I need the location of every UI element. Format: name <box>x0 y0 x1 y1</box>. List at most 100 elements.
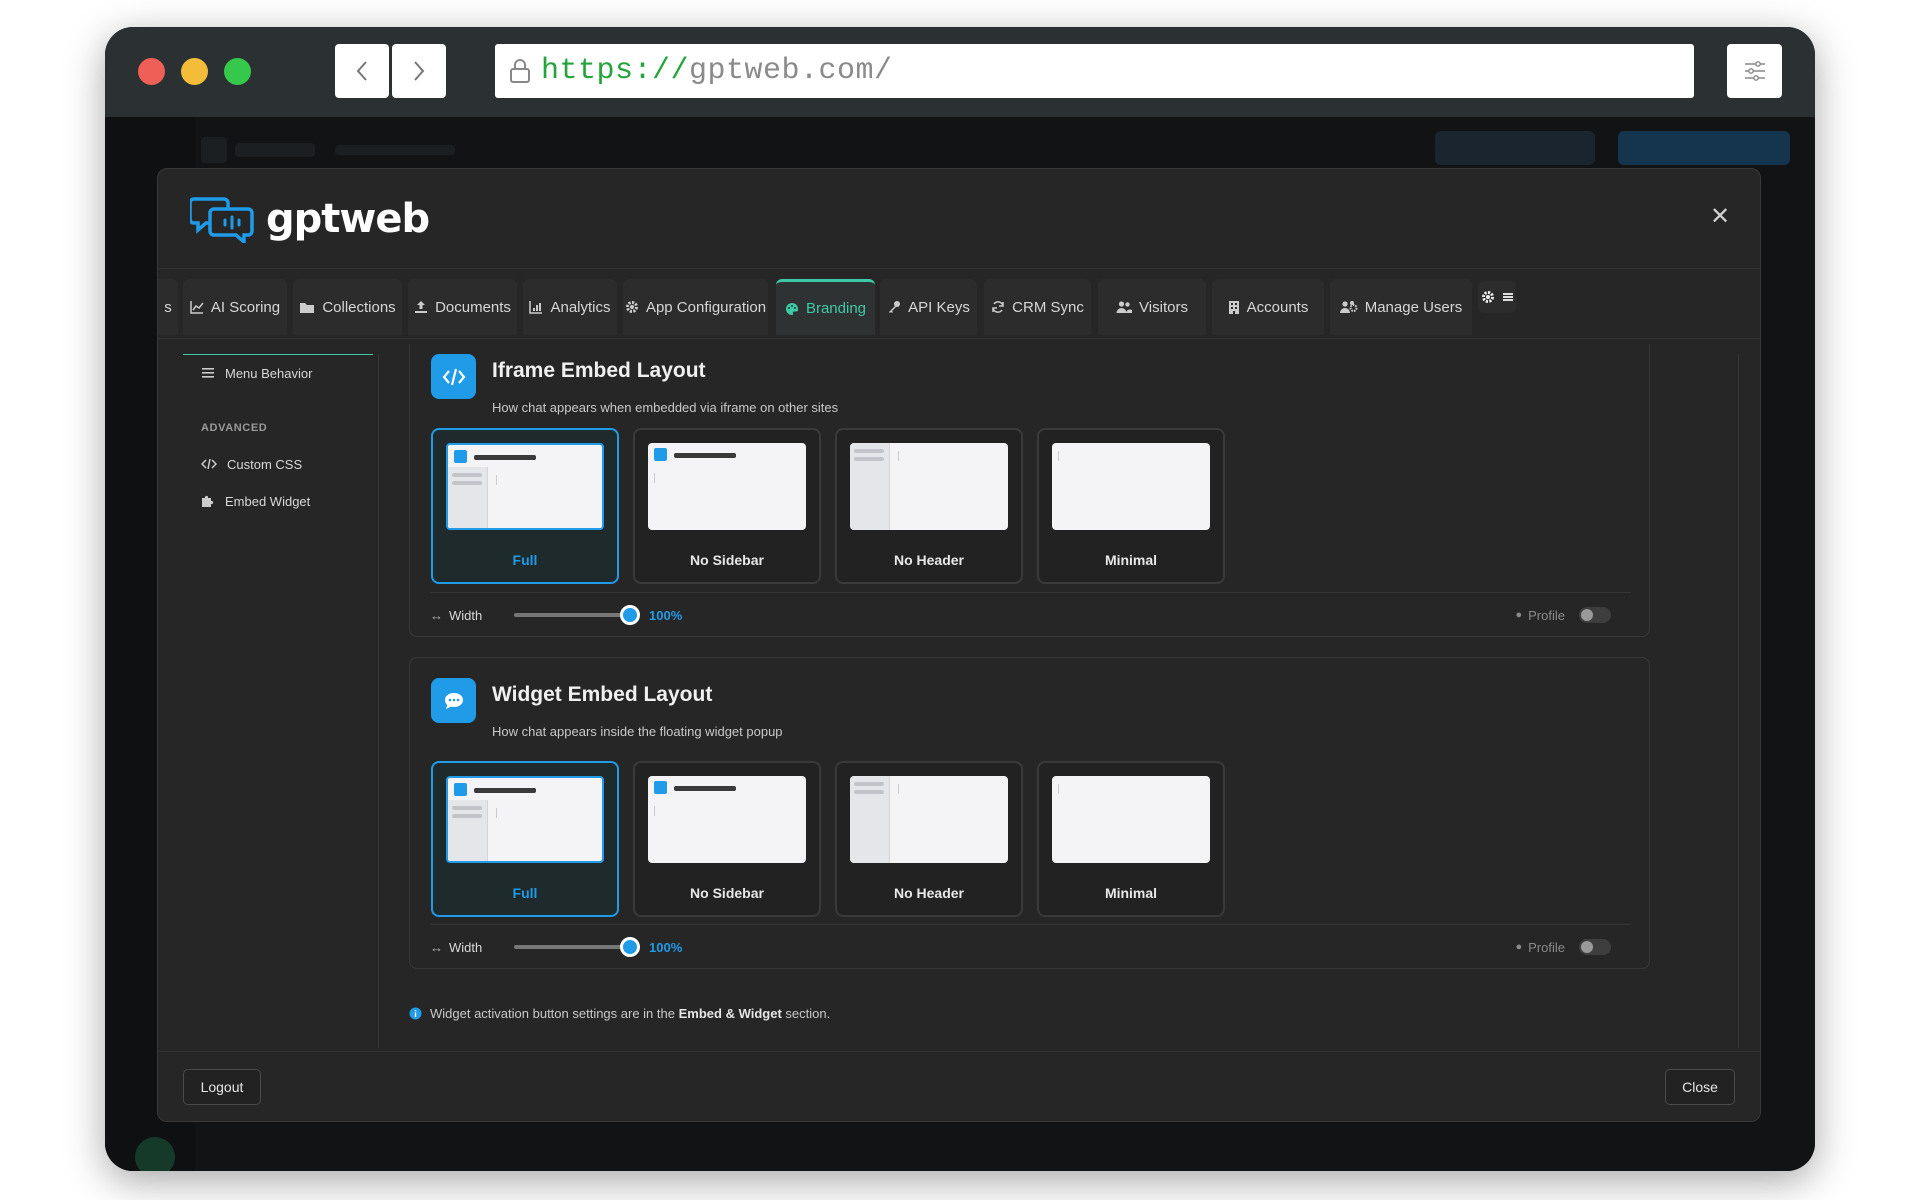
layout-option-label: Minimal <box>1104 552 1158 568</box>
profile-icon: ● <box>1515 941 1523 953</box>
tab-manage-users[interactable]: Manage Users <box>1330 279 1472 335</box>
width-control-row: ↔ Width 100% ● Profile <box>430 605 1631 625</box>
chat-icon <box>431 678 476 723</box>
tab-overflow-left[interactable]: s <box>158 279 178 335</box>
tab-app-configuration[interactable]: App Configuration <box>623 279 768 335</box>
profile-toggle[interactable] <box>1579 939 1611 955</box>
background-title <box>235 143 315 157</box>
menu-icon <box>202 368 214 378</box>
tab-bar: s AI Scoring Collections Documents Analy… <box>158 269 1760 339</box>
tab-label: Accounts <box>1246 298 1309 316</box>
widget-embed-layout-section: Widget Embed Layout How chat appears ins… <box>409 657 1650 969</box>
note-text: Widget activation button settings are in… <box>430 1006 675 1021</box>
width-value: 100% <box>649 939 683 955</box>
layout-preview <box>1052 443 1210 530</box>
tab-label: CRM Sync <box>1012 298 1084 316</box>
modal-close-icon[interactable]: ✕ <box>1710 205 1730 229</box>
profile-toggle-group: ● Profile <box>1515 939 1611 955</box>
background-logo <box>201 137 227 163</box>
sync-icon <box>992 301 1004 313</box>
tab-label: Collections <box>322 298 396 316</box>
window-maximize-dot[interactable] <box>224 58 251 85</box>
tab-ai-scoring[interactable]: AI Scoring <box>183 279 287 335</box>
section-description: How chat appears when embedded via ifram… <box>492 400 839 415</box>
layout-option-label: Full <box>512 885 538 901</box>
layout-option-no-sidebar[interactable]: No Sidebar <box>633 428 821 584</box>
layout-option-label: Minimal <box>1104 885 1158 901</box>
background-avatar <box>135 1137 175 1171</box>
layout-option-minimal[interactable]: Minimal <box>1037 428 1225 584</box>
logout-button[interactable]: Logout <box>183 1069 261 1105</box>
profile-toggle[interactable] <box>1579 607 1611 623</box>
layout-option-no-header[interactable]: No Header <box>835 428 1023 584</box>
tab-crm-sync[interactable]: CRM Sync <box>984 279 1091 335</box>
sidebar-item-custom-css[interactable]: Custom CSS <box>183 449 373 479</box>
tab-label: s <box>164 298 172 316</box>
lock-icon <box>510 59 530 83</box>
chat-bubbles-logo-icon <box>190 197 254 243</box>
layout-option-no-header[interactable]: No Header <box>835 761 1023 917</box>
folder-icon <box>300 302 315 313</box>
section-title: Widget Embed Layout <box>492 683 713 706</box>
layout-preview <box>648 776 806 863</box>
forward-button[interactable] <box>392 44 446 98</box>
address-bar[interactable]: https://gptweb.com/ <box>495 44 1694 98</box>
layout-option-label: No Header <box>893 885 965 901</box>
window-minimize-dot[interactable] <box>181 58 208 85</box>
tab-label: AI Scoring <box>210 298 281 316</box>
layout-option-full[interactable]: Full <box>431 428 619 584</box>
layout-option-label: Full <box>512 552 538 568</box>
close-button[interactable]: Close <box>1665 1069 1735 1105</box>
layout-preview <box>648 443 806 530</box>
code-icon <box>431 354 476 399</box>
layout-option-full[interactable]: Full <box>431 761 619 917</box>
code-icon <box>201 458 217 470</box>
browser-toolbar: https://gptweb.com/ <box>105 27 1815 117</box>
url-text: https://gptweb.com/ <box>541 54 893 88</box>
gear-icon <box>1481 291 1494 303</box>
chevron-right-icon <box>414 61 425 81</box>
resize-horizontal-icon: ↔ <box>430 939 443 955</box>
sidebar-item-embed-widget[interactable]: Embed Widget <box>183 486 373 516</box>
brand-logo: gptweb <box>190 195 430 243</box>
width-slider[interactable] <box>514 937 640 957</box>
tab-collections[interactable]: Collections <box>293 279 402 335</box>
layout-option-no-sidebar[interactable]: No Sidebar <box>633 761 821 917</box>
browser-window: https://gptweb.com/ gptweb ✕ s AI Scorin… <box>105 27 1815 1171</box>
logo-text: gptweb <box>266 196 430 242</box>
sidebar-item-menu-behavior[interactable]: Menu Behavior <box>183 358 373 388</box>
settings-gear-button[interactable] <box>1478 281 1516 313</box>
key-icon <box>889 301 901 313</box>
list-icon <box>1502 293 1513 301</box>
tab-documents[interactable]: Documents <box>408 279 517 335</box>
browser-menu-button[interactable] <box>1727 44 1782 98</box>
resize-horizontal-icon: ↔ <box>430 607 443 623</box>
tab-visitors[interactable]: Visitors <box>1098 279 1206 335</box>
tab-accounts[interactable]: Accounts <box>1212 279 1324 335</box>
slider-handle[interactable] <box>620 937 640 957</box>
width-label: Width <box>449 607 483 623</box>
section-description: How chat appears inside the floating wid… <box>492 724 783 739</box>
window-close-dot[interactable] <box>138 58 165 85</box>
upload-icon <box>415 301 428 313</box>
layout-option-label: No Sidebar <box>690 552 764 568</box>
note-link-text: Embed & Widget <box>678 1006 782 1021</box>
tab-branding[interactable]: Branding <box>776 279 875 335</box>
modal-header: gptweb ✕ <box>158 169 1760 269</box>
profile-label: Profile <box>1528 607 1565 623</box>
slider-handle[interactable] <box>620 605 640 625</box>
tab-analytics[interactable]: Analytics <box>523 279 617 335</box>
url-host: gptweb.com/ <box>689 54 893 88</box>
palette-icon <box>785 302 798 315</box>
width-value: 100% <box>649 607 683 623</box>
back-button[interactable] <box>335 44 389 98</box>
background-breadcrumb <box>335 145 455 155</box>
settings-sidebar: Menu Behavior ADVANCED Custom CSS Embed … <box>183 354 379 1048</box>
width-slider[interactable] <box>514 605 640 625</box>
users-icon <box>1116 301 1133 313</box>
tab-api-keys[interactable]: API Keys <box>880 279 977 335</box>
chart-line-icon <box>190 301 204 314</box>
settings-modal: gptweb ✕ s AI Scoring Collections Docume… <box>157 168 1761 1122</box>
layout-option-minimal[interactable]: Minimal <box>1037 761 1225 917</box>
bar-chart-icon <box>529 301 543 314</box>
